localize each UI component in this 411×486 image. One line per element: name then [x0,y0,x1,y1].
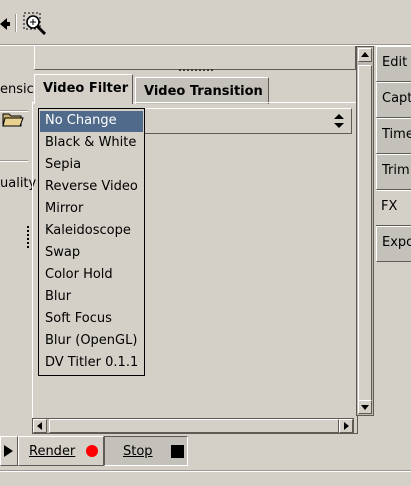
play-icon [4,445,13,457]
side-tab-label: Trim [382,163,410,178]
dropdown-option[interactable]: Swap [40,243,143,264]
side-tab-fx[interactable]: FX [376,190,411,226]
left-pane: ensic uality [0,46,36,436]
left-pane-divider [0,110,28,112]
dropdown-option[interactable]: Black & White [40,133,143,154]
folder-open-icon[interactable] [2,110,24,128]
play-button[interactable] [0,436,18,466]
side-tab-label: FX [381,199,398,214]
bottom-divider [0,470,411,472]
scroll-down-button[interactable] [358,400,372,414]
side-tab-timeline[interactable]: Time [376,118,411,154]
scroll-right-icon [344,422,349,430]
tab-video-transition[interactable]: Video Transition [135,77,269,104]
pane-grip[interactable] [178,68,214,72]
left-pane-label-bottom: uality [0,176,37,191]
scroll-right-button[interactable] [339,419,353,433]
dropdown-option[interactable]: Color Hold [40,265,143,286]
render-button[interactable]: Render [18,436,104,466]
toolbar-separator [15,14,17,32]
dropdown-option[interactable]: Blur [40,287,143,308]
left-pane-label-top: ensic [0,82,34,97]
dropdown-option[interactable]: Reverse Video [40,177,143,198]
stop-button[interactable]: Stop [104,436,188,466]
zoom-fit-icon[interactable] [23,12,47,36]
render-label: Render [29,444,76,459]
dropdown-option[interactable]: Sepia [40,155,143,176]
toolbar [0,0,411,46]
stop-label: Stop [123,444,153,459]
combo-up-down-icon[interactable] [330,111,348,131]
scroll-down-icon [361,405,369,410]
vertical-scroll-thumb[interactable] [358,65,372,411]
side-tab-export[interactable]: Expo [376,226,411,262]
side-tab-capture[interactable]: Capt [376,82,411,118]
vertical-scrollbar[interactable] [356,46,374,416]
upper-frame [34,46,356,70]
scroll-left-button[interactable] [33,419,47,433]
scroll-up-icon [361,52,369,57]
side-tab-trim[interactable]: Trim [376,154,411,190]
tab-label: Video Transition [144,84,263,99]
side-tab-label: Capt [382,91,411,106]
dropdown-option[interactable]: Blur (OpenGL) [40,331,143,352]
horizontal-scroll-thumb[interactable] [49,419,339,433]
dropdown-option[interactable]: DV Titler 0.1.1 [40,353,143,374]
scroll-up-button[interactable] [358,48,372,62]
filter-dropdown-list[interactable]: No Change Black & White Sepia Reverse Vi… [38,108,145,376]
dropdown-option[interactable]: Mirror [40,199,143,220]
dropdown-option[interactable]: No Change [40,111,143,132]
arrow-left-icon[interactable] [0,14,10,34]
dropdown-option[interactable]: Kaleidoscope [40,221,143,242]
side-tab-edit[interactable]: Edit [376,46,411,82]
scroll-left-icon [37,422,42,430]
side-tab-label: Expo [382,235,411,250]
side-tab-label: Time [382,127,411,142]
resize-grip[interactable] [27,226,30,248]
dropdown-option[interactable]: Soft Focus [40,309,143,330]
tab-label: Video Filter [43,81,129,96]
tab-video-filter[interactable]: Video Filter [34,74,133,104]
side-tab-label: Edit [382,55,408,70]
stop-square-icon [171,445,184,458]
record-dot-icon [86,445,98,457]
horizontal-scrollbar[interactable] [32,418,354,434]
left-pane-divider [0,160,28,162]
